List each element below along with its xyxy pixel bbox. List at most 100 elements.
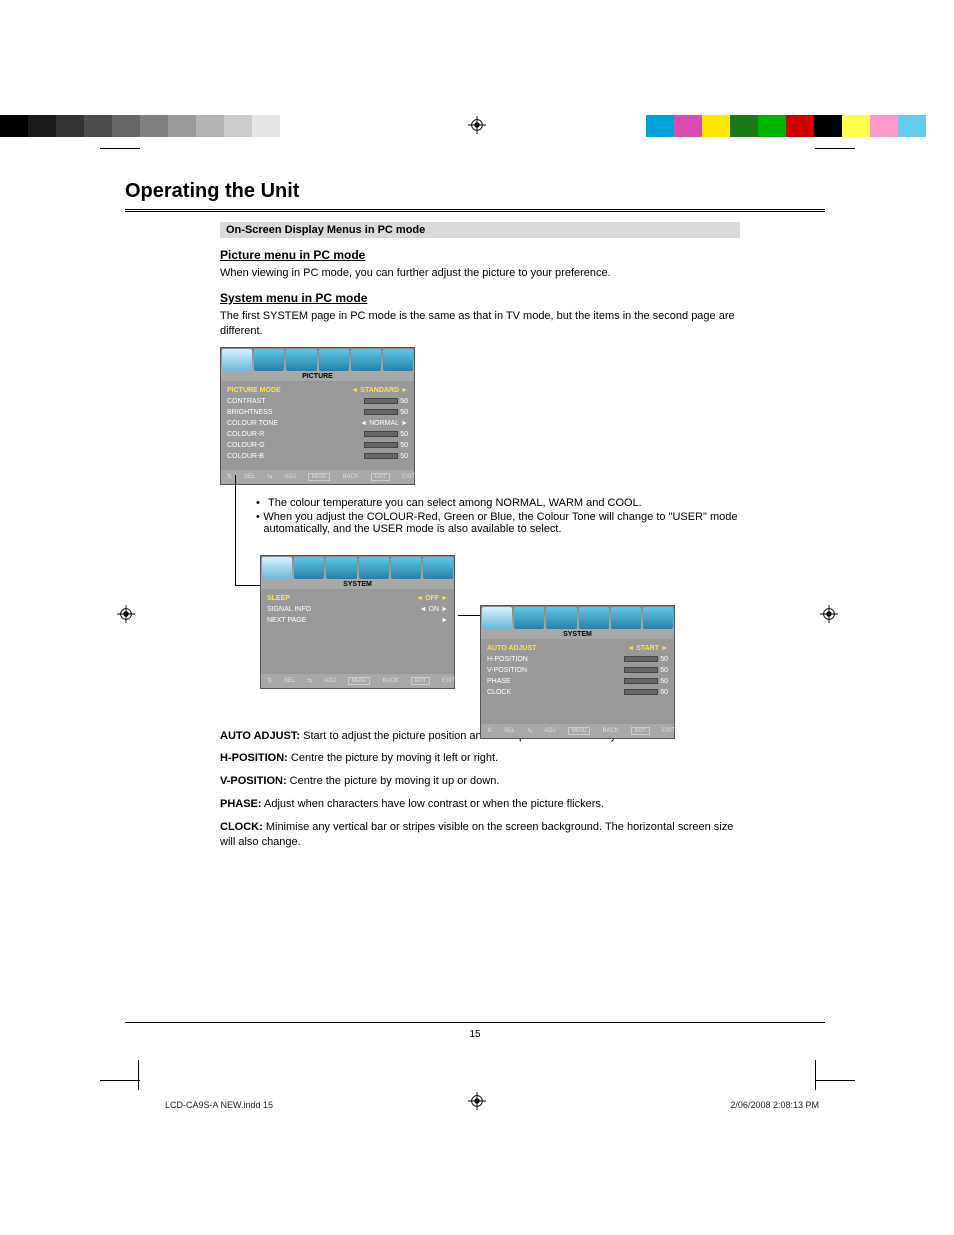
nav-arrows-icon: ⇅: [487, 727, 492, 734]
osd-row-value: 50: [400, 442, 408, 449]
osd-tab[interactable]: [391, 557, 421, 579]
osd-footer: ⇅SEL⇆ADJMENUBACKEXITEXIT: [221, 470, 414, 484]
osd-tab[interactable]: [514, 607, 544, 629]
osd-row[interactable]: COLOUR-B 50: [227, 451, 408, 462]
osd-footer: ⇅SEL⇆ADJMENUBACKEXITEXIT: [481, 724, 674, 738]
callout-line: [458, 615, 480, 616]
arrow-left-icon[interactable]: ◄: [351, 387, 358, 394]
osd-row-value: 50: [660, 656, 668, 663]
arrow-right-icon[interactable]: ►: [661, 645, 668, 652]
bullet-list: •The colour temperature you can select a…: [256, 497, 740, 535]
osd-slider[interactable]: [624, 689, 658, 695]
osd-title: SYSTEM: [481, 630, 674, 639]
osd-slider[interactable]: [364, 442, 398, 448]
osd-row-label: COLOUR-G: [227, 442, 364, 449]
section-subtitle: On-Screen Display Menus in PC mode: [220, 222, 740, 238]
arrow-left-icon[interactable]: ◄: [420, 606, 427, 613]
osd-tab[interactable]: [222, 349, 252, 371]
osd-slider[interactable]: [364, 409, 398, 415]
osd-tab[interactable]: [351, 349, 381, 371]
arrow-right-icon[interactable]: ►: [401, 387, 408, 394]
osd-row-value: ON: [429, 606, 440, 613]
osd-title: SYSTEM: [261, 580, 454, 589]
osd-slider[interactable]: [364, 398, 398, 404]
osd-row-label: COLOUR-R: [227, 431, 364, 438]
osd-tab[interactable]: [611, 607, 641, 629]
osd-system-menu-2: SYSTEM AUTO ADJUST◄START► H-POSITION 50 V-PO…: [480, 605, 675, 739]
arrow-left-icon[interactable]: ◄: [627, 645, 634, 652]
osd-row-value: 50: [400, 453, 408, 460]
osd-row-label: COLOUR-B: [227, 453, 364, 460]
bullet-item: •The colour temperature you can select a…: [256, 497, 740, 509]
body-text: When viewing in PC mode, you can further…: [220, 266, 740, 281]
osd-tab[interactable]: [286, 349, 316, 371]
osd-tab[interactable]: [482, 607, 512, 629]
osd-row[interactable]: PHASE50: [487, 676, 668, 687]
nav-arrows-icon: ⇆: [307, 677, 312, 684]
section-heading: Picture menu in PC mode: [220, 248, 740, 262]
crop-mark: [815, 1060, 816, 1090]
osd-row[interactable]: PICTURE MODE◄STANDARD►: [227, 385, 408, 396]
definition-item: CLOCK: Minimise any vertical bar or stri…: [220, 820, 740, 850]
footer-filename: LCD-CA9S-A NEW.indd 15: [165, 1100, 273, 1110]
osd-picture-menu: PICTUREPICTURE MODE◄STANDARD►CONTRAST50B…: [220, 347, 415, 485]
osd-slider[interactable]: [624, 656, 658, 662]
definition-item: PHASE: Adjust when characters have low c…: [220, 797, 740, 812]
osd-row[interactable]: CLOCK50: [487, 687, 668, 698]
nav-arrows-icon: ⇆: [267, 473, 272, 480]
osd-tab[interactable]: [294, 557, 324, 579]
osd-row-value: STANDARD: [360, 387, 399, 394]
osd-row[interactable]: H-POSITION 50: [487, 654, 668, 665]
osd-row-label: BRIGHTNESS: [227, 409, 364, 416]
osd-row-value: 50: [400, 431, 408, 438]
arrow-left-icon[interactable]: ◄: [416, 595, 423, 602]
osd-slider[interactable]: [364, 453, 398, 459]
osd-row[interactable]: BRIGHTNESS 50: [227, 407, 408, 418]
page-footer: 15: [125, 1022, 825, 1040]
osd-row-value: NORMAL: [369, 420, 399, 427]
osd-row-value: 50: [400, 409, 408, 416]
osd-row[interactable]: SIGNAL INFO◄ON►: [267, 604, 448, 615]
osd-tab[interactable]: [254, 349, 284, 371]
osd-slider[interactable]: [364, 431, 398, 437]
osd-slider[interactable]: [624, 678, 658, 684]
osd-tab[interactable]: [643, 607, 673, 629]
osd-row[interactable]: COLOUR-R 50: [227, 429, 408, 440]
arrow-left-icon[interactable]: ◄: [360, 420, 367, 427]
osd-tab[interactable]: [319, 349, 349, 371]
osd-row-value: 50: [660, 678, 668, 685]
arrow-right-icon[interactable]: ►: [441, 606, 448, 613]
arrow-right-icon[interactable]: ►: [441, 595, 448, 602]
bullet-item: •When you adjust the COLOUR-Red, Green o…: [256, 511, 740, 535]
osd-tab[interactable]: [359, 557, 389, 579]
osd-tab[interactable]: [383, 349, 413, 371]
osd-row-value: 50: [660, 689, 668, 696]
osd-row[interactable]: SLEEP◄OFF►: [267, 593, 448, 604]
osd-row[interactable]: V-POSITION50: [487, 665, 668, 676]
nav-arrows-icon: ⇆: [527, 727, 532, 734]
arrow-right-icon[interactable]: ►: [401, 420, 408, 427]
osd-row-label: H-POSITION: [487, 656, 624, 663]
osd-tab[interactable]: [546, 607, 576, 629]
osd-row-label: NEXT PAGE: [267, 617, 441, 624]
osd-row[interactable]: NEXT PAGE►: [267, 615, 448, 626]
osd-row[interactable]: AUTO ADJUST◄START►: [487, 643, 668, 654]
osd-row-label: V-POSITION: [487, 667, 624, 674]
osd-tab[interactable]: [326, 557, 356, 579]
section-heading: System menu in PC mode: [220, 291, 740, 305]
arrow-right-icon[interactable]: ►: [441, 617, 448, 624]
osd-tab[interactable]: [262, 557, 292, 579]
definition-list: AUTO ADJUST: Start to adjust the picture…: [220, 729, 740, 850]
footer-datetime: 2/06/2008 2:08:13 PM: [730, 1100, 819, 1110]
osd-tab[interactable]: [579, 607, 609, 629]
osd-tab[interactable]: [423, 557, 453, 579]
print-footer: LCD-CA9S-A NEW.indd 15 2/06/2008 2:08:13…: [165, 1100, 819, 1110]
nav-arrows-icon: ⇅: [267, 677, 272, 684]
page-title: Operating the Unit: [125, 180, 825, 203]
osd-slider[interactable]: [624, 667, 658, 673]
divider: [125, 209, 825, 212]
osd-row-label: PICTURE MODE: [227, 387, 351, 394]
osd-row[interactable]: COLOUR-G 50: [227, 440, 408, 451]
osd-row[interactable]: COLOUR TONE◄NORMAL►: [227, 418, 408, 429]
osd-row[interactable]: CONTRAST50: [227, 396, 408, 407]
